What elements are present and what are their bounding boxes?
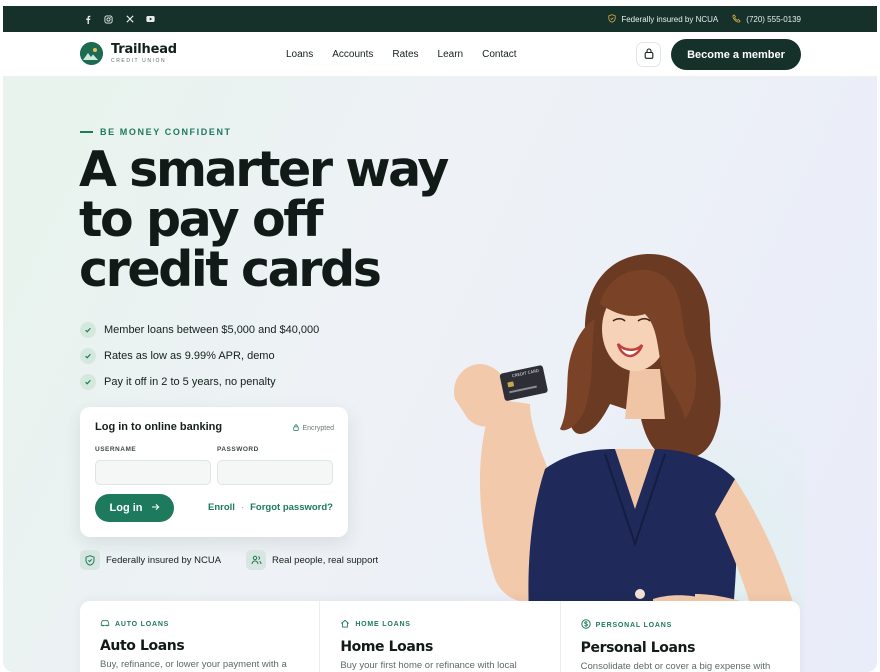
product-card-auto[interactable]: AUTO LOANS Auto Loans Buy, refinance, or… (80, 601, 321, 672)
facebook-icon[interactable] (83, 15, 92, 24)
product-category: AUTO LOANS (100, 619, 299, 629)
x-icon[interactable] (125, 15, 134, 24)
login-button-label: Log in (109, 502, 143, 514)
check-icon (80, 374, 96, 390)
category-text: HOME LOANS (355, 621, 411, 628)
hero-section: BE MONEY CONFIDENT A smarter way to pay … (3, 77, 877, 672)
link-separator: · (240, 502, 245, 513)
product-category: HOME LOANS (340, 619, 539, 630)
instagram-icon[interactable] (104, 14, 113, 24)
login-lock-button[interactable] (636, 42, 661, 67)
username-label: USERNAME (95, 446, 137, 453)
shield-icon (80, 550, 100, 570)
online-banking-login-card: Log in to online banking Encrypted USERN… (80, 407, 348, 537)
encrypted-badge: Encrypted (293, 424, 334, 433)
benefit-text: Pay it off in 2 to 5 years, no penalty (104, 376, 276, 388)
arrow-right-icon (151, 502, 160, 514)
product-description: Buy, refinance, or lower your payment wi… (100, 659, 287, 670)
check-icon (80, 322, 96, 338)
product-card-personal[interactable]: PERSONAL LOANS Personal Loans Consolidat… (561, 601, 800, 672)
brand-name: Trailhead (111, 42, 177, 57)
category-text: PERSONAL LOANS (595, 621, 673, 629)
ncua-insured-notice: Federally insured by NCUA (608, 13, 719, 25)
car-icon (100, 619, 110, 629)
brand-logo[interactable]: Trailhead CREDIT UNION (80, 42, 177, 65)
password-input[interactable] (217, 460, 333, 485)
ncua-text: Federally insured by NCUA (621, 14, 719, 24)
product-description: Consolidate debt or cover a big expense … (580, 661, 771, 672)
nav-rates[interactable]: Rates (392, 49, 418, 60)
trust-badge-ncua: Federally insured by NCUA (80, 550, 221, 570)
username-input[interactable] (95, 460, 211, 485)
benefit-item: Member loans between $5,000 and $40,000 (80, 317, 319, 343)
forgot-password-link[interactable]: Forgot password? (250, 502, 333, 513)
benefit-item: Rates as low as 9.99% APR, demo (80, 343, 319, 369)
nav-contact[interactable]: Contact (482, 49, 516, 60)
product-title: Home Loans (340, 639, 433, 655)
password-label: PASSWORD (217, 446, 259, 453)
primary-nav: Loans Accounts Rates Learn Contact (286, 32, 517, 77)
eyebrow-text: BE MONEY CONFIDENT (100, 127, 232, 137)
trust-badge-support: Real people, real support (246, 550, 378, 570)
login-title: Log in to online banking (95, 421, 223, 433)
social-links (83, 6, 155, 32)
check-icon (80, 348, 96, 364)
eyebrow-dash (80, 131, 93, 133)
main-header: Trailhead CREDIT UNION Loans Accounts Ra… (3, 32, 877, 77)
brand-subtitle: CREDIT UNION (111, 58, 167, 64)
benefit-text: Member loans between $5,000 and $40,000 (104, 324, 320, 336)
trust-text: Federally insured by NCUA (106, 554, 222, 566)
people-icon (246, 550, 266, 570)
login-button[interactable]: Log in (95, 494, 174, 522)
trust-text: Real people, real support (272, 554, 379, 566)
product-description: Buy your first home or refinance with lo… (340, 660, 517, 671)
benefit-list: Member loans between $5,000 and $40,000 … (80, 317, 319, 395)
page: Federally insured by NCUA (720) 555-0139… (3, 6, 877, 672)
category-text: AUTO LOANS (115, 620, 170, 628)
hero-eyebrow: BE MONEY CONFIDENT (80, 127, 232, 137)
dollar-circle-icon (580, 619, 591, 631)
product-cards: AUTO LOANS Auto Loans Buy, refinance, or… (80, 601, 800, 672)
home-icon (340, 619, 350, 630)
youtube-icon[interactable] (146, 15, 155, 24)
product-category: PERSONAL LOANS (580, 619, 780, 631)
top-utility-bar: Federally insured by NCUA (720) 555-0139 (3, 6, 877, 32)
encrypted-text: Encrypted (302, 425, 334, 432)
product-title: Personal Loans (580, 640, 696, 656)
lock-icon (644, 46, 654, 64)
nav-accounts[interactable]: Accounts (332, 49, 373, 60)
login-links: Enroll · Forgot password? (208, 502, 333, 513)
shield-icon (608, 13, 616, 25)
phone-icon (732, 13, 741, 25)
phone-link[interactable]: (720) 555-0139 (732, 13, 801, 25)
benefit-text: Rates as low as 9.99% APR, demo (104, 350, 275, 362)
lock-icon (293, 424, 300, 433)
product-card-home[interactable]: HOME LOANS Home Loans Buy your first hom… (320, 601, 561, 672)
mountain-logo-icon (80, 42, 103, 65)
nav-learn[interactable]: Learn (438, 49, 464, 60)
hero-headline: A smarter way to pay off credit cards (79, 141, 449, 298)
enroll-link[interactable]: Enroll (208, 502, 235, 513)
become-member-button[interactable]: Become a member (671, 39, 801, 70)
nav-loans[interactable]: Loans (286, 49, 313, 60)
benefit-item: Pay it off in 2 to 5 years, no penalty (80, 369, 319, 395)
phone-number: (720) 555-0139 (746, 14, 801, 24)
product-title: Auto Loans (100, 638, 185, 654)
